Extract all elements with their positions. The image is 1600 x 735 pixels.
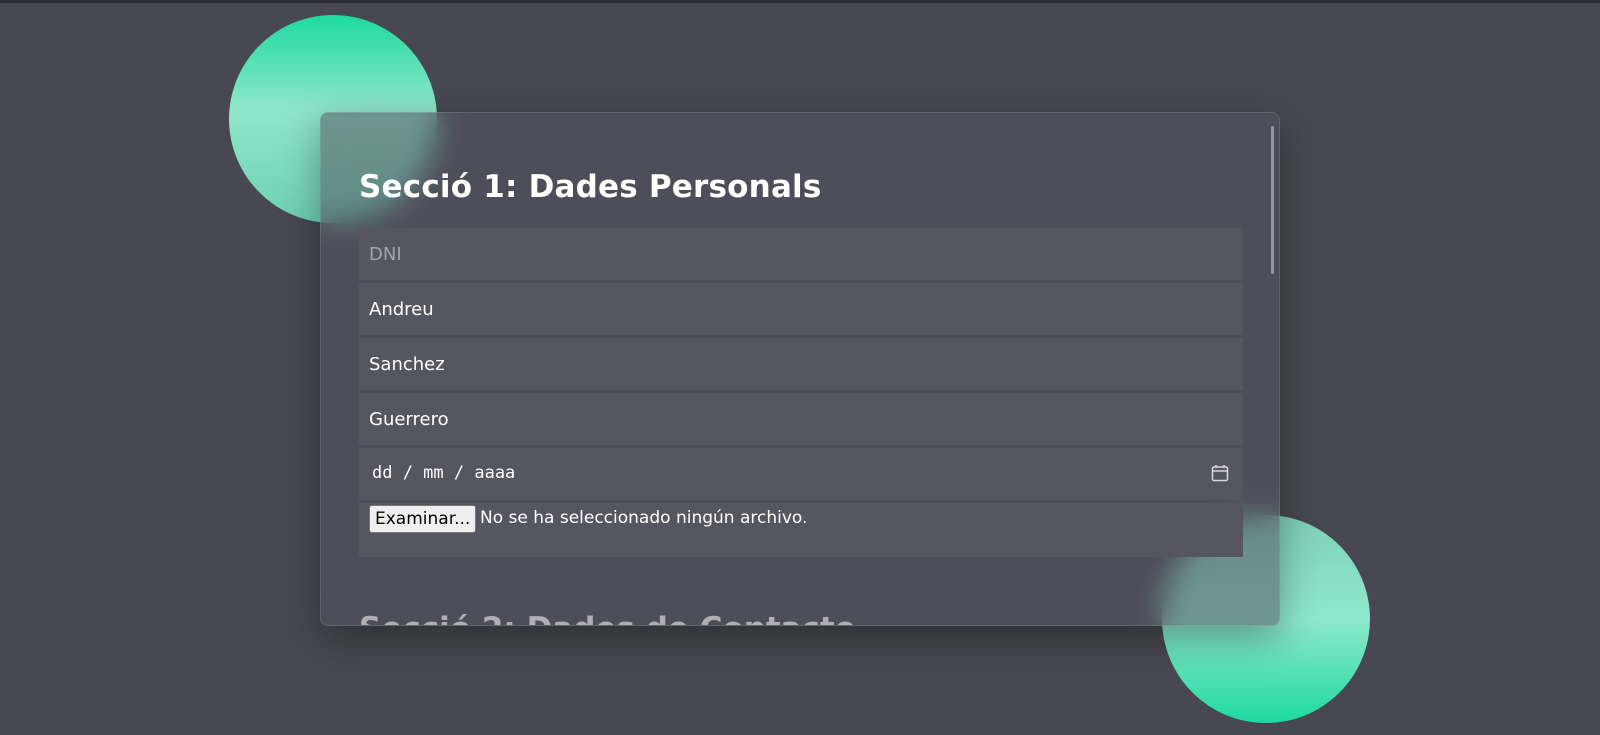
birthdate-field[interactable]: dd / mm / aaaa [359, 448, 1243, 500]
file-field: Examinar... No se ha seleccionado ningún… [359, 503, 1243, 557]
cognom2-input[interactable] [359, 393, 1243, 445]
birthdate-placeholder[interactable]: dd / mm / aaaa [372, 463, 515, 483]
cognom1-field[interactable] [359, 338, 1243, 390]
calendar-icon[interactable] [1211, 464, 1229, 482]
section-1-title: Secció 1: Dades Personals [359, 169, 822, 205]
nom-input[interactable] [359, 283, 1243, 335]
dni-field[interactable] [359, 228, 1243, 280]
scrollbar[interactable] [1271, 126, 1274, 274]
cognom1-input[interactable] [359, 338, 1243, 390]
top-edge [0, 0, 1600, 3]
section-2-title: Secció 2: Dades de Contacte [359, 611, 856, 625]
cognom2-field[interactable] [359, 393, 1243, 445]
file-status-text: No se ha seleccionado ningún archivo. [480, 508, 808, 528]
dni-input[interactable] [359, 228, 1243, 280]
form-panel: Secció 1: Dades Personals dd / mm / aaaa… [320, 112, 1280, 626]
browse-file-button[interactable]: Examinar... [369, 505, 477, 533]
nom-field[interactable] [359, 283, 1243, 335]
